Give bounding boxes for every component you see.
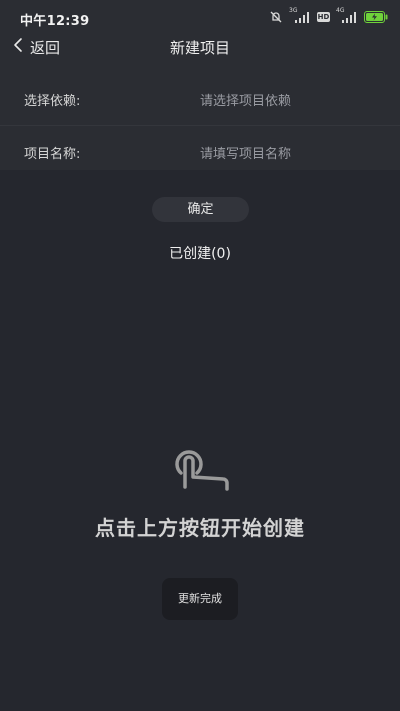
empty-state-hint: 点击上方按钮开始创建 (95, 516, 305, 540)
nav-bar: 返回 新建项目 (0, 34, 400, 60)
new-project-screen: 中午12:39 3G HD 4G 返回 新建项目 选择依赖: 请选择项目依赖 项… (0, 0, 400, 711)
row-divider (0, 125, 400, 126)
3g-label: 3G (289, 7, 298, 14)
battery-charging-icon (364, 11, 388, 23)
toast-message: 更新完成 (162, 578, 238, 620)
mute-icon (269, 10, 283, 24)
dependency-label: 选择依赖: (24, 94, 81, 109)
4g-label: 4G (336, 7, 345, 14)
status-time: 中午12:39 (20, 14, 90, 29)
project-name-label: 项目名称: (24, 147, 81, 162)
hd-icon: HD (317, 12, 330, 22)
dependency-select[interactable]: 请选择项目依赖 (200, 90, 291, 109)
created-count: 已创建(0) (169, 246, 231, 262)
tap-gesture-icon (166, 439, 234, 499)
3g-signal-icon: 3G (289, 7, 311, 24)
project-name-row[interactable]: 项目名称: 请填写项目名称 (0, 132, 400, 172)
4g-signal-icon: 4G (336, 7, 358, 24)
status-icons: 3G HD 4G (269, 7, 388, 25)
dependency-row[interactable]: 选择依赖: 请选择项目依赖 (0, 79, 400, 119)
status-bar: 中午12:39 3G HD 4G (0, 0, 400, 34)
project-name-input[interactable]: 请填写项目名称 (200, 143, 291, 162)
page-title: 新建项目 (169, 39, 230, 57)
confirm-button[interactable]: 确定 (152, 197, 249, 222)
